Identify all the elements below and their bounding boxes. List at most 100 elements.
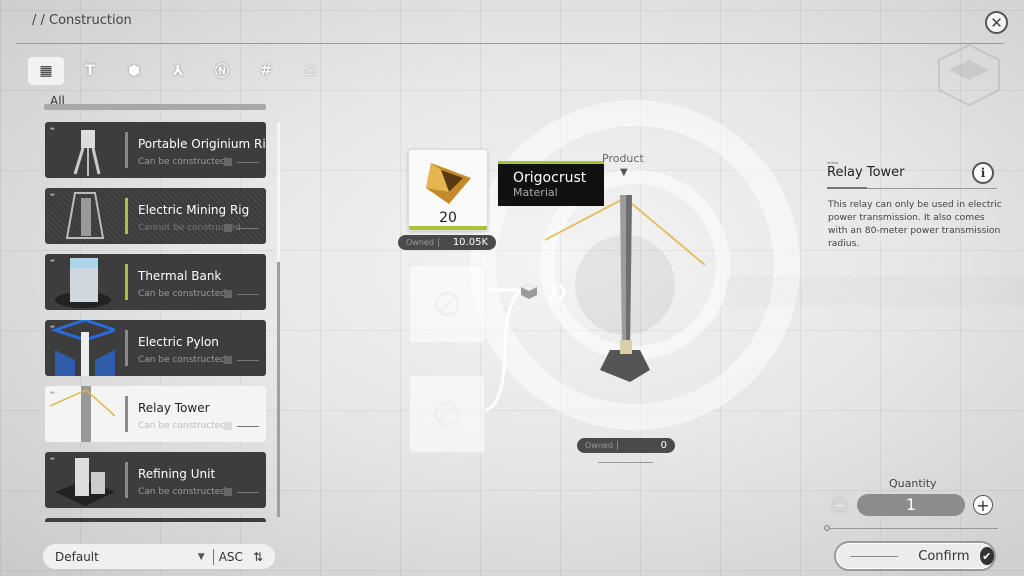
- robot-icon: ☖: [303, 63, 317, 79]
- building-list: ▬ Portable Originium Rig Can be construc…: [45, 122, 267, 522]
- item-status: Can be constructed: [138, 421, 226, 431]
- power-icon: Ⓝ: [215, 64, 229, 80]
- item-accent: [125, 462, 128, 498]
- item-name: Portable Originium Rig: [138, 137, 266, 151]
- quantity-label: Quantity: [889, 477, 937, 490]
- refining-unit-thumbnail: [55, 458, 115, 506]
- relay-tower-thumbnail: [49, 386, 115, 442]
- ingredient-required-count: 20: [439, 210, 457, 226]
- tab-logistics[interactable]: ⅄: [160, 57, 196, 85]
- sort-order-toggle[interactable]: ASC: [214, 550, 253, 564]
- plus-icon: +: [976, 495, 990, 515]
- minus-icon: −: [833, 497, 846, 514]
- ingredient-card[interactable]: 20: [408, 149, 488, 231]
- item-name: Electric Pylon: [138, 335, 219, 349]
- tab-power[interactable]: Ⓝ: [204, 57, 240, 85]
- breadcrumb: / / Construction: [32, 13, 132, 28]
- detail-description: This relay can only be used in electric …: [828, 199, 1002, 249]
- status-indicator: [224, 422, 232, 430]
- sort-direction-icon[interactable]: ⇅: [253, 550, 275, 564]
- tooltip-name: Origocrust: [513, 170, 587, 186]
- status-line: [237, 294, 259, 295]
- item-name: Relay Tower: [138, 401, 210, 415]
- detail-title: Relay Tower: [827, 165, 905, 180]
- sort-selected: Default: [55, 549, 99, 564]
- empty-ingredient-slot: [409, 265, 485, 343]
- flow-connector: [485, 288, 526, 412]
- product-owned-pill: Owned 0: [577, 438, 675, 453]
- status-indicator: [224, 356, 232, 364]
- item-name: Refining Unit: [138, 467, 216, 481]
- list-item[interactable]: ▬ Electric Pylon Can be constructed: [45, 320, 266, 376]
- item-accent: [125, 198, 128, 234]
- pickaxe-icon: T: [85, 63, 95, 79]
- sort-bar: Default ▼ ASC ⇅: [43, 544, 275, 569]
- item-name: Electric Mining Rig: [138, 203, 250, 217]
- item-status: Can be constructed: [138, 487, 226, 497]
- item-status: Can be constructed: [138, 157, 226, 167]
- grid-icon: ▦: [39, 63, 53, 79]
- status-indicator: [224, 290, 232, 298]
- quantity-slider[interactable]: [826, 528, 998, 529]
- item-accent: [125, 330, 128, 366]
- down-arrow-icon: ▼: [620, 167, 628, 178]
- relay-tower-model: [544, 195, 706, 382]
- list-scrollbar[interactable]: [277, 122, 280, 517]
- prohibited-icon: [435, 292, 459, 316]
- status-line: [237, 426, 259, 427]
- quantity-slider-handle[interactable]: [824, 525, 830, 531]
- header-divider: [16, 43, 1004, 44]
- sort-dropdown[interactable]: Default ▼: [43, 550, 213, 564]
- item-status: Can be constructed: [138, 289, 226, 299]
- close-button[interactable]: ✕: [985, 11, 1008, 34]
- list-item[interactable]: ▬ Thermal Bank Can be constructed: [45, 254, 266, 310]
- electric-pylon-thumbnail: [50, 320, 115, 376]
- quantity-increase-button[interactable]: +: [973, 495, 993, 515]
- quantity-input[interactable]: 1: [857, 494, 965, 516]
- tab-mining[interactable]: T: [72, 57, 108, 85]
- owned-label: Owned: [585, 441, 613, 450]
- product-underline: [598, 462, 653, 463]
- gear-icon: ⬢: [127, 63, 141, 79]
- category-underline: [44, 104, 266, 110]
- confirm-button[interactable]: Confirm ✔: [834, 541, 996, 571]
- list-item-selected[interactable]: ▬ Relay Tower Can be constructed: [45, 386, 266, 442]
- tri-branch-icon: ⅄: [172, 63, 184, 79]
- scrollbar-thumb[interactable]: [277, 122, 280, 262]
- empty-ingredient-slot: [409, 375, 485, 453]
- owned-value: 10.05K: [452, 237, 488, 248]
- cube-icon: [521, 283, 537, 299]
- owned-divider: [437, 238, 439, 247]
- list-item[interactable]: ▬ Electric Mining Rig Cannot be construc…: [45, 188, 266, 244]
- tab-processing[interactable]: ⬢: [116, 57, 152, 85]
- owned-value: 0: [660, 440, 667, 451]
- owned-label: Owned: [406, 238, 434, 247]
- owned-divider: [616, 441, 618, 450]
- close-icon: ✕: [990, 13, 1003, 32]
- status-line: [237, 492, 259, 493]
- confirm-deco-line: [850, 555, 899, 557]
- item-name: Thermal Bank: [138, 269, 222, 283]
- check-icon: ✔: [979, 547, 994, 565]
- info-button[interactable]: i: [972, 162, 994, 184]
- prohibited-icon: [435, 402, 459, 426]
- origocrust-icon: [426, 163, 471, 204]
- status-indicator: [224, 488, 232, 496]
- quantity-decrease-button[interactable]: −: [830, 496, 849, 515]
- list-item[interactable]: ▬ Refining Unit Can be constructed: [45, 452, 266, 508]
- hash-icon: #: [260, 63, 272, 79]
- item-accent: [125, 264, 128, 300]
- list-item[interactable]: ▬ Portable Originium Rig Can be construc…: [45, 122, 266, 178]
- tab-structures[interactable]: #: [248, 57, 284, 85]
- item-accent: [125, 396, 128, 432]
- list-item-partial[interactable]: [45, 518, 266, 522]
- thermal-bank-thumbnail: [55, 258, 111, 308]
- tab-all[interactable]: ▦: [28, 57, 64, 85]
- cube-logo-icon: [938, 43, 1000, 107]
- tab-misc[interactable]: ☖: [292, 57, 328, 85]
- confirm-label: Confirm: [918, 548, 970, 564]
- chevron-down-icon: ▼: [197, 551, 205, 562]
- info-icon: i: [980, 166, 986, 180]
- status-line: [237, 228, 259, 229]
- ingredient-owned-pill: Owned 10.05K: [398, 235, 496, 250]
